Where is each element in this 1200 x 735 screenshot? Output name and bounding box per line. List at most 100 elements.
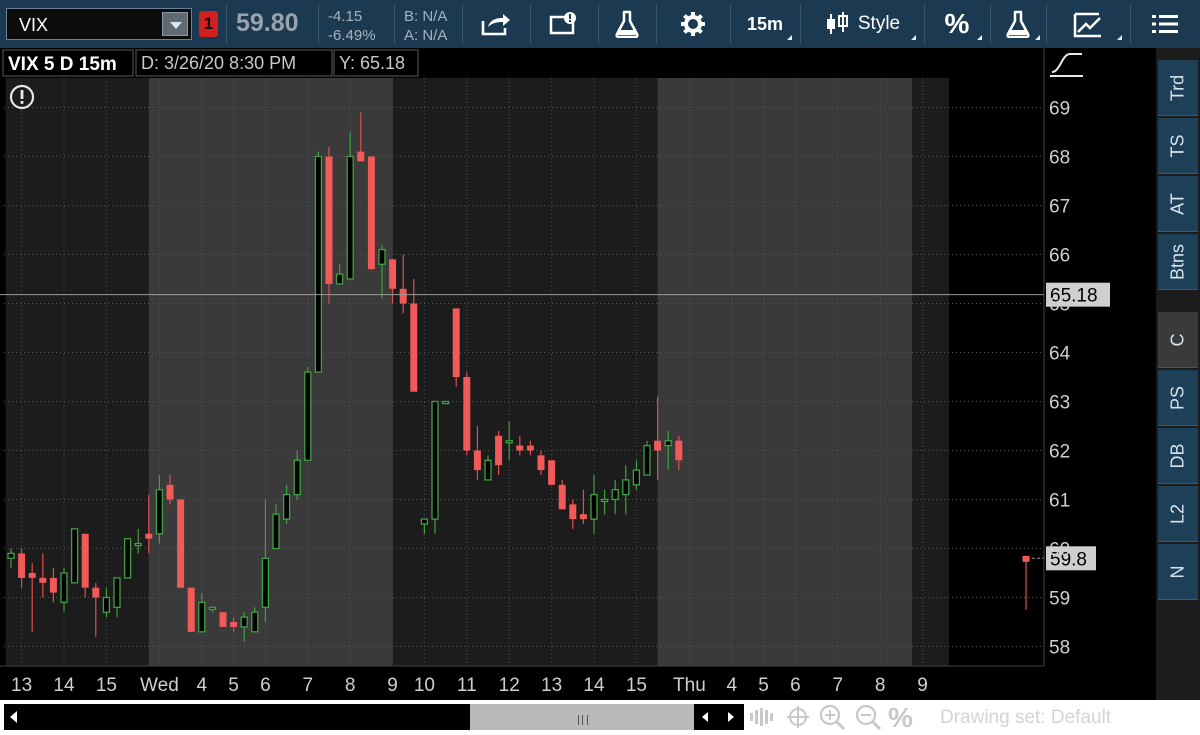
y-tick-label: 58: [1049, 638, 1070, 659]
crosshair-icon[interactable]: [786, 705, 810, 729]
tab-ts[interactable]: TS: [1158, 118, 1198, 174]
tab-n[interactable]: N: [1158, 544, 1198, 600]
x-tick-label: 4: [727, 675, 738, 696]
scroll-left-icon[interactable]: [8, 710, 20, 724]
candle-body-up: [420, 518, 429, 525]
candle-body-up: [611, 489, 619, 501]
toolbar-divider: [924, 4, 925, 44]
percent-change: -6.49%: [328, 27, 376, 44]
share-button[interactable]: [464, 0, 528, 48]
price-chart[interactable]: 65.1859.8 58596061626364656667686913 14 15…: [0, 48, 1156, 700]
zoom-out-icon[interactable]: [854, 703, 882, 731]
tab-at[interactable]: AT: [1158, 176, 1198, 232]
y-tick-label: 63: [1049, 393, 1070, 414]
tab-l2[interactable]: L2: [1158, 486, 1198, 542]
toolbar-divider: [990, 4, 991, 44]
scroll-right-icon[interactable]: [726, 711, 736, 723]
chart-area[interactable]: 65.18 59.8 58 59 60 61 62 63 64 65 66 67 68 69 13 14 15…: [0, 48, 1156, 700]
share-icon: [481, 14, 510, 36]
alert-badge[interactable]: 1: [199, 11, 218, 37]
session-band: [657, 78, 923, 666]
scroll-thumb[interactable]: [470, 704, 694, 730]
x-tick-label: 6: [260, 675, 271, 696]
toolbar-divider: [530, 4, 531, 44]
tab-label: PS: [1167, 385, 1188, 410]
x-tick-label: 7: [833, 675, 844, 696]
bottom-bar: % Drawing set: Default: [0, 700, 1200, 735]
session-band: [148, 78, 404, 666]
symbol-selector[interactable]: VIX: [6, 8, 192, 40]
candle-body-down: [516, 445, 524, 451]
menu-icon: [1152, 15, 1178, 33]
tab-label: N: [1167, 565, 1188, 578]
candle-body-down: [177, 499, 185, 588]
flask-icon: [615, 10, 639, 38]
candle-body-up: [484, 459, 492, 481]
toolbar-divider: [318, 4, 319, 44]
percent-label: %: [944, 8, 970, 39]
x-tick-label: 9: [917, 675, 928, 696]
studies-button[interactable]: [600, 0, 654, 48]
candle-body-down: [463, 377, 471, 451]
message-center-button[interactable]: [532, 0, 596, 48]
candle-body-down: [569, 504, 577, 520]
candle-body-down: [558, 484, 566, 510]
gear-icon: [681, 12, 705, 36]
top-toolbar: VIX 1 59.80 -4.15 -6.49% B: N/A A: N/A 1…: [0, 0, 1200, 48]
x-tick-label: 13: [11, 675, 32, 696]
candle-body-down: [325, 156, 333, 284]
drawing-set-label[interactable]: Drawing set: Default: [940, 707, 1111, 729]
drawing-tools-button[interactable]: [1048, 0, 1128, 48]
x-tick-label: Thu: [673, 675, 706, 696]
zoom-in-icon[interactable]: [818, 703, 846, 731]
studies-menu-button[interactable]: [992, 0, 1044, 48]
candle-body-down: [367, 156, 375, 270]
candle-body-down: [526, 445, 534, 451]
expand-chart-icon[interactable]: [1050, 53, 1083, 77]
x-tick-label: 8: [345, 675, 356, 696]
menu-button[interactable]: [1134, 0, 1196, 48]
tab-label: Btns: [1167, 243, 1188, 280]
tab-ps[interactable]: PS: [1158, 370, 1198, 426]
x-tick-label: 14: [53, 675, 75, 696]
zoom-bars-icon[interactable]: [750, 707, 778, 727]
y-tick-label: 66: [1049, 246, 1070, 267]
symbol-dropdown-arrow-icon[interactable]: [162, 12, 188, 36]
candle-body-up: [600, 498, 609, 503]
style-button[interactable]: Style: [802, 0, 922, 48]
settings-button[interactable]: [658, 0, 728, 48]
candle-body-down: [473, 450, 481, 471]
x-tick-label: Wed: [140, 675, 179, 696]
tab-db[interactable]: DB: [1158, 428, 1198, 484]
percent-view-icon[interactable]: %: [888, 702, 913, 734]
candle-body-down: [187, 587, 195, 632]
x-tick-label: 7: [303, 675, 314, 696]
timeframe-button[interactable]: 15m: [732, 0, 798, 48]
tab-trd[interactable]: Trd: [1158, 60, 1198, 116]
session-band: [392, 78, 669, 666]
candle-body-up: [335, 273, 344, 285]
y-tick-label: 67: [1049, 197, 1070, 218]
tab-label: TS: [1167, 133, 1188, 158]
y-tick-label: 68: [1049, 148, 1070, 169]
candle-body-up: [304, 371, 312, 461]
x-tick-label: 14: [583, 675, 605, 696]
tab-label: Trd: [1167, 74, 1188, 101]
y-readout: Y: 65.18: [339, 53, 405, 73]
percent-button[interactable]: %: [926, 0, 988, 48]
tab-label: AT: [1167, 192, 1188, 215]
toolbar-divider: [226, 4, 227, 44]
candle-body-up: [272, 513, 280, 550]
candle-body-down: [389, 259, 397, 289]
scroll-left-small-icon[interactable]: [700, 711, 710, 723]
x-tick-label: 4: [197, 675, 208, 696]
candle-body-up: [282, 493, 291, 520]
tab-btns[interactable]: Btns: [1158, 234, 1198, 290]
y-tick-label: 64: [1049, 344, 1071, 365]
toolbar-divider: [462, 4, 463, 44]
tab-c[interactable]: C: [1158, 312, 1198, 368]
bid-ask-block: B: N/A A: N/A: [404, 7, 447, 45]
candle-body-down: [410, 303, 418, 392]
x-tick-label: 5: [758, 675, 769, 696]
x-tick-label: 5: [228, 675, 239, 696]
